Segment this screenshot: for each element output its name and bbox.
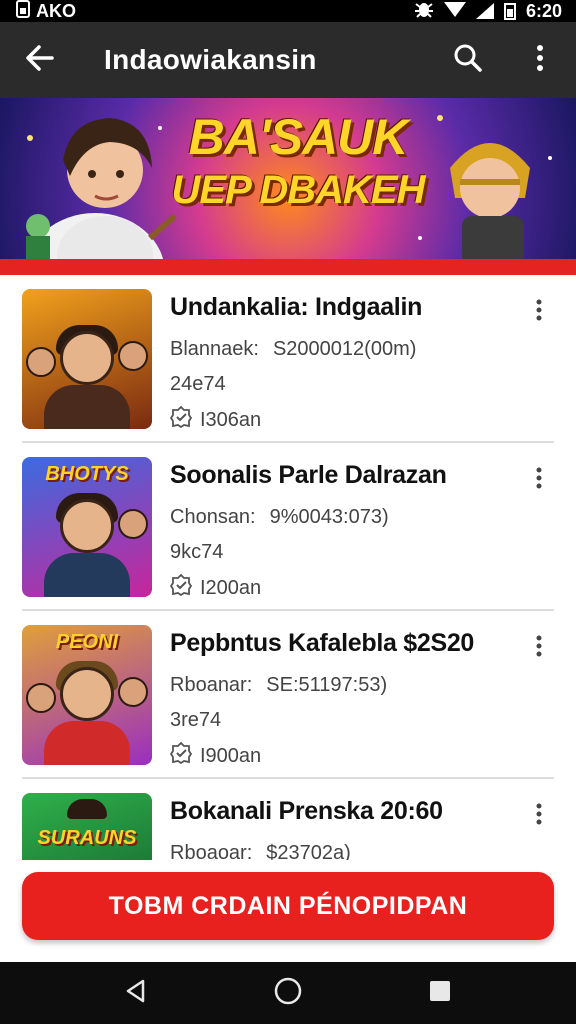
back-triangle-icon <box>123 978 149 1009</box>
thumb-character-body <box>44 721 130 765</box>
banner-title: BA'SAUK UEP DBAKEH <box>168 112 428 210</box>
item-meta-value: 9%0043:073) <box>269 506 389 528</box>
item-meta-label: Blannaek: <box>170 338 259 360</box>
thumb-character-face <box>60 499 114 553</box>
more-vert-icon <box>536 635 542 662</box>
item-meta: Chonsan: 9%0043:073) <box>170 506 514 529</box>
primary-cta-button[interactable]: TOBM CRDAIN PÉNOPIDPAN <box>22 872 554 940</box>
item-meta: Rboaoar: $23702a) <box>170 842 514 860</box>
item-meta-value: $23702a) <box>266 842 351 860</box>
wifi-icon <box>443 0 466 23</box>
list-item[interactable]: SURAUNS Bokanali Prenska 20:60 Rboaoar: $… <box>22 779 554 860</box>
nav-back-button[interactable] <box>106 968 166 1018</box>
list-item[interactable]: BHOTYS Soonalis Parle Dalrazan Chonsan: 9… <box>22 443 554 611</box>
item-verified: I900an <box>169 741 514 770</box>
status-time: 6:20 <box>525 0 562 21</box>
item-more-button[interactable] <box>524 465 554 495</box>
item-meta-label: Chonsan: <box>170 506 256 528</box>
search-button[interactable] <box>432 22 504 98</box>
thumb-figure-right <box>118 341 148 371</box>
item-verified-text: I306an <box>200 408 262 431</box>
item-thumbnail <box>22 289 152 429</box>
item-title: Bokanali Prenska 20:60 <box>170 797 443 825</box>
app-bar: Indaowiakansin <box>0 22 576 98</box>
page-title: Indaowiakansin <box>104 44 317 75</box>
thumb-hair <box>67 799 107 819</box>
cta-container: TOBM CRDAIN PÉNOPIDPAN <box>0 860 576 960</box>
item-text: Soonalis Parle Dalrazan Chonsan: 9%0043:0… <box>169 461 514 602</box>
list-item[interactable]: PEONI Pepbntus Kafalebla $2S20 Rboanar: S… <box>22 611 554 779</box>
item-meta: Blannaek: S2000012(00m) <box>170 338 514 361</box>
thumb-character-face <box>60 667 114 721</box>
banner-title-line2: UEP DBAKEH <box>171 168 426 212</box>
item-meta-label: Rboanar: <box>170 674 253 696</box>
thumb-character-body <box>44 553 130 597</box>
signal-icon <box>475 3 494 19</box>
item-meta: Rboanar: SE:51197:53) <box>170 674 514 697</box>
item-count: 9kc74 <box>170 541 224 563</box>
item-title: Soonalis Parle Dalrazan <box>170 461 447 489</box>
thumb-character-face <box>60 331 114 385</box>
more-vert-icon <box>536 44 544 77</box>
item-more-button[interactable] <box>524 297 554 327</box>
promo-banner[interactable]: BA'SAUK UEP DBAKEH <box>0 98 576 262</box>
status-left-text: AKO <box>36 0 76 21</box>
thumb-figure-right <box>118 509 148 539</box>
item-count: 3re74 <box>170 709 222 731</box>
system-nav-bar <box>0 962 576 1024</box>
item-thumbnail: SURAUNS <box>22 793 152 860</box>
item-more-button[interactable] <box>524 633 554 663</box>
thumb-logo-text: PEONI <box>55 631 119 653</box>
item-title: Undankalia: Indgaalin <box>170 293 423 321</box>
item-verified: I306an <box>169 405 514 434</box>
bug-icon <box>414 0 434 23</box>
back-arrow-icon <box>24 42 56 79</box>
thumb-figure-left <box>26 347 56 377</box>
item-count: 24e74 <box>170 373 226 395</box>
back-button[interactable] <box>0 22 80 98</box>
battery-icon <box>503 2 516 20</box>
banner-accent-strip <box>0 259 576 275</box>
thumb-figure-left <box>26 683 56 713</box>
sim-icon <box>16 0 30 23</box>
status-bar: AKO 6:20 <box>0 0 576 22</box>
more-vert-icon <box>536 803 542 830</box>
list-item[interactable]: Undankalia: Indgaalin Blannaek: S2000012(… <box>22 275 554 443</box>
item-title: Pepbntus Kafalebla $2S20 <box>170 629 475 657</box>
verified-badge-icon <box>169 405 193 434</box>
item-meta-label: Rboaoar: <box>170 842 253 860</box>
item-more-button[interactable] <box>524 801 554 831</box>
banner-title-line1: BA'SAUK <box>188 109 409 165</box>
verified-badge-icon <box>169 573 193 602</box>
recents-square-icon <box>428 979 452 1008</box>
item-verified-text: I900an <box>200 744 262 767</box>
nav-home-button[interactable] <box>258 968 318 1018</box>
item-thumbnail: PEONI <box>22 625 152 765</box>
item-meta-value: SE:51197:53) <box>266 674 388 696</box>
thumb-logo-text: SURAUNS <box>37 827 137 849</box>
status-left: AKO <box>16 0 76 23</box>
overflow-menu-button[interactable] <box>504 22 576 98</box>
item-text: Undankalia: Indgaalin Blannaek: S2000012(… <box>169 293 514 434</box>
home-circle-icon <box>273 976 303 1011</box>
thumb-figure-right <box>118 677 148 707</box>
item-text: Pepbntus Kafalebla $2S20 Rboanar: SE:5119… <box>169 629 514 770</box>
verified-badge-icon <box>169 741 193 770</box>
item-thumbnail: BHOTYS <box>22 457 152 597</box>
status-right: 6:20 <box>414 0 562 23</box>
search-icon <box>453 43 483 78</box>
item-verified-text: I200an <box>200 576 262 599</box>
item-verified: I200an <box>169 573 514 602</box>
item-meta-value: S2000012(00m) <box>272 338 417 360</box>
thumb-character-body <box>44 385 130 429</box>
more-vert-icon <box>536 467 542 494</box>
more-vert-icon <box>536 299 542 326</box>
nav-recents-button[interactable] <box>410 968 470 1018</box>
thumb-logo-text: BHOTYS <box>45 463 129 485</box>
item-text: Bokanali Prenska 20:60 Rboaoar: $23702a) <box>170 797 514 860</box>
game-list: Undankalia: Indgaalin Blannaek: S2000012(… <box>0 275 576 860</box>
